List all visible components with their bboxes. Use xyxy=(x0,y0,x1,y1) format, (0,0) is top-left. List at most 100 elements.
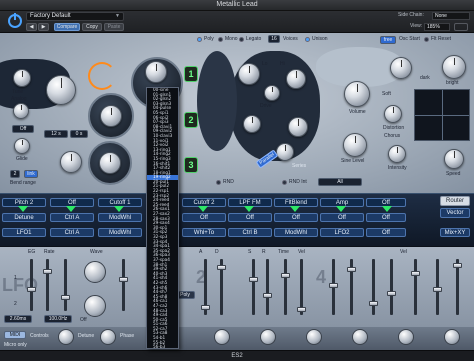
phase-knob[interactable] xyxy=(100,329,116,345)
router-source[interactable]: Ctrl B xyxy=(228,228,272,237)
intensity-knob[interactable] xyxy=(388,145,406,163)
compare-button[interactable]: Compare xyxy=(54,23,80,31)
lfo1-rate-readout[interactable]: 2.60ms xyxy=(4,315,32,323)
osc2-toggle[interactable]: 2 xyxy=(184,112,198,128)
router-via[interactable]: ModWhl xyxy=(98,213,142,222)
env-a-slider-cap[interactable] xyxy=(201,305,210,310)
lfo1-rate-slider[interactable] xyxy=(46,259,49,311)
lfo2-rate-readout[interactable]: 100.0Hz xyxy=(44,315,72,323)
env3-r-slider-cap[interactable] xyxy=(387,291,396,296)
rnd-destination-field[interactable]: All xyxy=(318,178,362,186)
ctrl-knob-1[interactable] xyxy=(214,329,230,345)
router-via[interactable]: Off xyxy=(366,213,406,222)
waveform-dropdown-menu[interactable]: 00-sine 01-glsn1 02-glsn2 03-glsn3 04-pulse 0… xyxy=(146,87,179,349)
lfo1-eg-slider[interactable] xyxy=(30,259,33,311)
unison-radio[interactable] xyxy=(305,37,310,42)
env3-a-slider-cap[interactable] xyxy=(329,283,338,288)
lfo1-rate-slider-cap[interactable] xyxy=(43,269,52,274)
router-via[interactable]: Off xyxy=(228,213,272,222)
env3-s-slider[interactable] xyxy=(372,259,375,315)
env-time-slider[interactable] xyxy=(284,259,287,315)
ctrl-knob-5[interactable] xyxy=(398,329,414,345)
env3-d-slider-cap[interactable] xyxy=(347,267,356,272)
poly-radio[interactable] xyxy=(197,37,202,42)
router-via[interactable]: Ctrl A xyxy=(50,213,94,222)
sine-level-knob[interactable] xyxy=(343,133,367,157)
side-chain-select[interactable]: None xyxy=(432,12,470,20)
ctrl-knob-3[interactable] xyxy=(306,329,322,345)
env3-level-slider-cap[interactable] xyxy=(453,263,462,268)
tone-knob[interactable] xyxy=(442,55,466,79)
router-source[interactable]: Whl+To xyxy=(182,228,226,237)
lfo2-level-slider[interactable] xyxy=(122,259,125,311)
lfo2-wave-knob[interactable] xyxy=(84,295,106,317)
legato-radio[interactable] xyxy=(239,37,244,42)
voices-field[interactable]: 16 xyxy=(268,35,280,43)
router-source[interactable]: ModWhl xyxy=(98,228,142,237)
lfo2-rate-slider-cap[interactable] xyxy=(61,295,70,300)
router-source[interactable]: Off xyxy=(366,228,406,237)
osc1-frequency-knob[interactable] xyxy=(46,75,76,105)
env3-r-slider[interactable] xyxy=(390,259,393,315)
lfo1-eg-slider-cap[interactable] xyxy=(27,287,36,292)
env-r-slider[interactable] xyxy=(266,259,269,315)
mono-radio[interactable] xyxy=(218,37,223,42)
paste-button[interactable]: Paste xyxy=(104,23,124,31)
preset-select[interactable]: Factory Default ▼ xyxy=(26,12,124,21)
env-s-slider[interactable] xyxy=(252,259,255,315)
env3-s-slider-cap[interactable] xyxy=(369,301,378,306)
router-source[interactable]: Ctrl A xyxy=(50,228,94,237)
xy-pad[interactable] xyxy=(414,89,470,141)
env3-vel-slider-cap[interactable] xyxy=(433,287,442,292)
waveform-menu-item[interactable]: 56-b3 xyxy=(147,345,178,348)
bend-range-field[interactable]: 2 xyxy=(10,170,20,178)
lfo1-wave-knob[interactable] xyxy=(84,261,106,283)
view-zoom-select[interactable]: 185% xyxy=(424,23,450,31)
filter1-cutoff-knob[interactable] xyxy=(238,63,260,85)
detune-knob[interactable] xyxy=(58,329,74,345)
router-source[interactable]: Mix+XY xyxy=(440,228,470,237)
env-time-slider-cap[interactable] xyxy=(281,273,290,278)
env-s-slider-cap[interactable] xyxy=(249,277,258,282)
power-icon[interactable] xyxy=(8,13,22,28)
router-source[interactable]: LFO2 xyxy=(320,228,364,237)
next-preset-button[interactable]: ▶ xyxy=(38,23,49,31)
env-d-slider-cap[interactable] xyxy=(217,265,226,270)
copy-button[interactable]: Copy xyxy=(82,23,102,31)
filter-blend-knob[interactable] xyxy=(243,115,261,133)
rnd-radio[interactable] xyxy=(216,180,221,185)
speed-knob[interactable] xyxy=(444,149,464,169)
router-via[interactable]: Off xyxy=(182,213,226,222)
ctrl-knob-6[interactable] xyxy=(444,329,460,345)
osc-start-knob[interactable] xyxy=(390,57,412,79)
lfo2-level-slider-cap[interactable] xyxy=(119,277,128,282)
midi-button[interactable]: MIDI xyxy=(4,331,26,339)
analog-mode-field[interactable]: Off xyxy=(12,125,34,133)
prev-preset-button[interactable]: ◀ xyxy=(26,23,37,31)
analog-knob[interactable] xyxy=(13,103,29,119)
env-vel-slider-cap[interactable] xyxy=(297,307,306,312)
ctrl-knob-4[interactable] xyxy=(352,329,368,345)
router-view-button[interactable]: Router xyxy=(440,196,470,206)
rnd-int-radio[interactable] xyxy=(282,180,287,185)
env3-time-slider-cap[interactable] xyxy=(411,271,420,276)
router-source[interactable]: LFO1 xyxy=(2,228,46,237)
bend-link-button[interactable]: link xyxy=(24,170,38,178)
osc3-frequency-knob[interactable] xyxy=(60,151,82,173)
ctrl-knob-2[interactable] xyxy=(260,329,276,345)
router-via[interactable]: Off xyxy=(274,213,318,222)
env3-time-slider[interactable] xyxy=(414,259,417,315)
vector-view-button[interactable]: Vector xyxy=(440,208,470,218)
glide-knob[interactable] xyxy=(14,138,30,154)
link-icon[interactable] xyxy=(454,23,468,31)
flt-reset-radio[interactable] xyxy=(424,37,429,42)
osc1-toggle[interactable]: 1 xyxy=(184,66,198,82)
tune-knob[interactable] xyxy=(13,69,31,87)
router-source[interactable]: ModWhl xyxy=(274,228,318,237)
router-via[interactable]: Off xyxy=(320,213,364,222)
glide-time2-field[interactable]: 0 s xyxy=(70,130,88,138)
osc2-wave-knob[interactable] xyxy=(100,105,122,127)
free-button[interactable]: free xyxy=(380,36,396,44)
osc3-wave-knob[interactable] xyxy=(99,152,121,174)
filter2-cutoff-knob[interactable] xyxy=(286,69,306,89)
